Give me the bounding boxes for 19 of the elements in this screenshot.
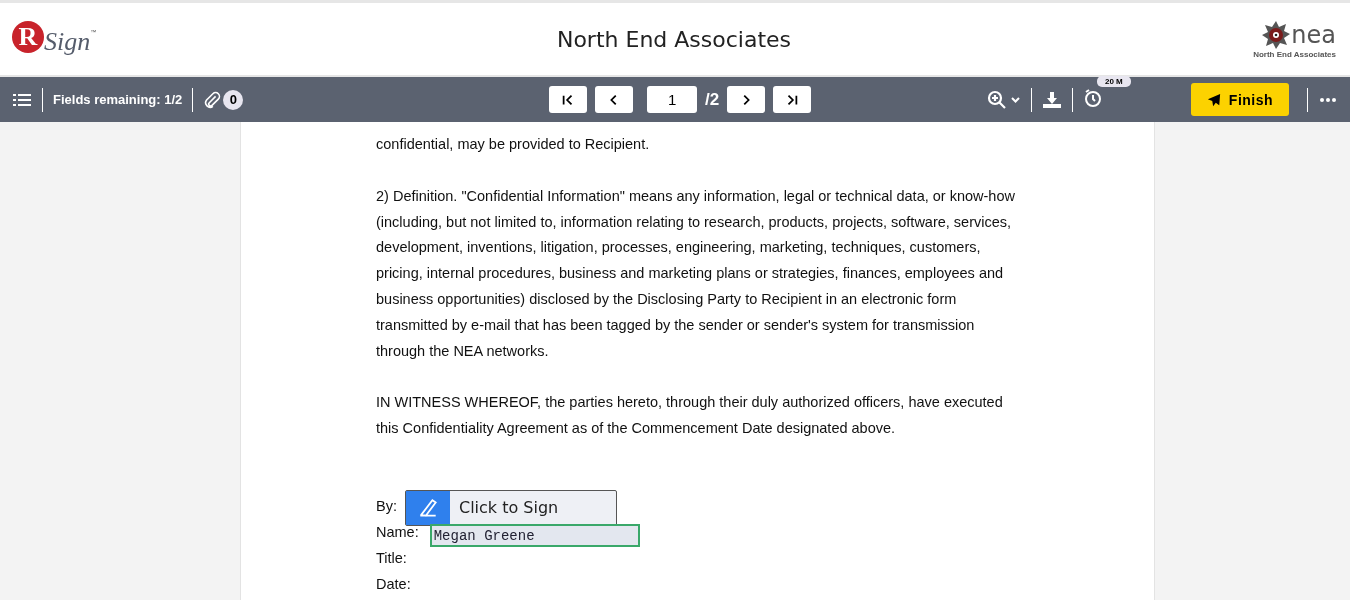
name-field[interactable]: Megan Greene [429,524,640,548]
field-label: By: [376,497,397,517]
logo-word: nea [1291,21,1336,48]
logo-letter: R [12,21,44,53]
document-paragraph: IN WITNESS WHEREOF, the parties hereto, through their duly authorized officers, have executed this Confidentiality Agreement as of the Commencement Date designated above. [376,393,1004,439]
window-title: North End Associates [556,26,792,52]
finish-button[interactable]: Finish [1191,83,1289,116]
timer-badge: 20 M [1097,75,1131,87]
document-paragraph: confidential, may be provided to Recipient. [376,135,651,154]
field-label: Date: [376,574,411,594]
document-paragraph: 2) Definition. "Confidential Information" means any information, legal or technical data, or know-how (including, but not limited to, information relating to research, products, projects, software, services, development, inventions, litigation, processes, engineering, marketing, techniques, customers, pricing, internal procedures, business and marketing plans or strategies, finances, employees and business opportunities) disclosed by the Disclosing Party to Recipient in an electronic form transmitted by e-mail that has been tagged by the sender or sender's system for transmission through the NEA networks. [376,186,1016,361]
page-number-field[interactable]: 1 [647,86,698,113]
page-total-label: /2 [705,89,720,110]
click-to-sign-button[interactable]: Click to Sign [404,489,617,526]
attachment-count-badge: 0 [223,89,244,110]
logo-caption: North End Associates [1253,49,1336,59]
fields-remaining-label: Fields remaining: 1/2 [53,92,183,107]
field-label: Title: [376,548,407,568]
logo-word: Sign [44,27,91,57]
